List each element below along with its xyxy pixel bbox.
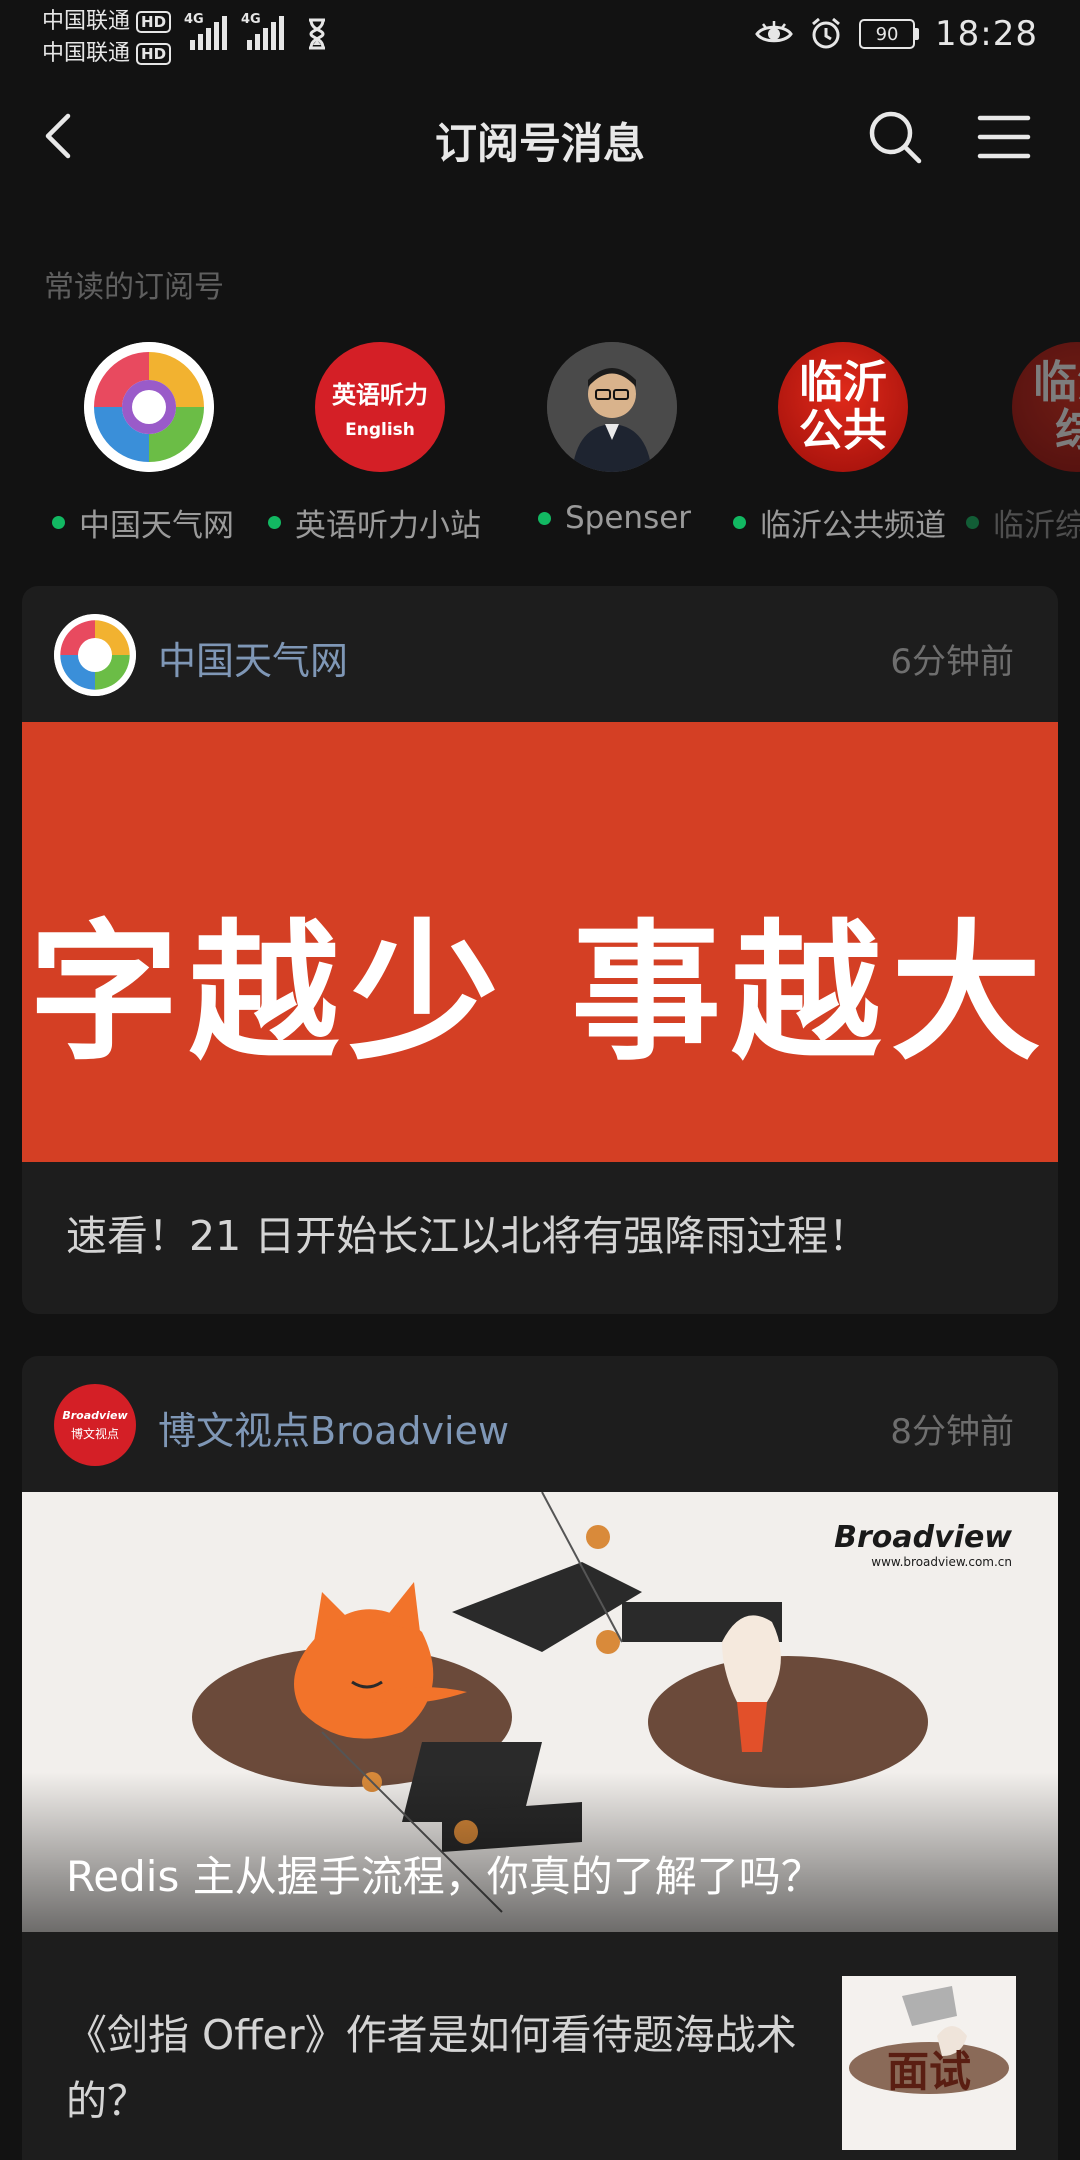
spenser-photo-avatar <box>547 342 677 472</box>
menu-icon[interactable] <box>974 108 1034 166</box>
thumbnail-text: 面试 <box>886 2047 971 2096</box>
card-timestamp: 8分钟前 <box>890 1412 1014 1452</box>
online-dot <box>268 516 281 529</box>
online-dot <box>52 516 65 529</box>
sub-article-row[interactable]: 《剑指 Offer》作者是如何看待题海战术的？ 面试 <box>22 1976 1058 2160</box>
card-header[interactable]: Broadview 博文视点 博文视点Broadview 8分钟前 <box>22 1356 1058 1492</box>
hourglass-icon <box>309 18 325 50</box>
card-account-name[interactable]: 博文视点Broadview <box>158 1400 509 1455</box>
online-dot <box>733 516 746 529</box>
carrier-2-label: 中国联通 <box>42 41 131 66</box>
article-banner-image[interactable]: 字越少 事越大 <box>22 722 1058 1162</box>
broadview-logo-avatar: Broadview 博文视点 <box>54 1384 136 1466</box>
watermark-url: www.broadview.com.cn <box>871 1555 1012 1569</box>
broadview-watermark: Broadview www.broadview.com.cn <box>834 1520 1012 1569</box>
frequent-account-name: 临沂公共频道 <box>760 508 946 544</box>
frequent-account-english[interactable]: 英语听力 English 英语听力小站 <box>268 340 488 550</box>
online-dot <box>966 516 979 529</box>
frequent-account-name: Spenser <box>565 500 692 536</box>
card-header[interactable]: 中国天气网 6分钟前 <box>22 586 1058 722</box>
carrier-1-label: 中国联通 <box>42 9 131 34</box>
hd-badge: HD <box>136 11 172 33</box>
status-bar: 中国联通 HD 中国联通 HD 4G 4G 90 18:28 <box>0 0 1080 72</box>
avatar-text: 综 <box>1055 405 1080 456</box>
online-dot <box>538 511 551 525</box>
avatar-text: 博文视点 <box>70 1426 119 1441</box>
sub-article-title[interactable]: 《剑指 Offer》作者是如何看待题海战术的？ <box>66 2002 826 2134</box>
frequent-account-linyi-general[interactable]: 临沂 综 临沂综 <box>966 340 1080 550</box>
battery-icon: 90 <box>859 19 920 49</box>
card-timestamp: 6分钟前 <box>890 642 1014 682</box>
banner-article-title[interactable]: Redis 主从握手流程，你真的了解了吗？ <box>66 1843 823 1904</box>
avatar-text: English <box>345 419 415 440</box>
title-bar: 订阅号消息 <box>0 80 1080 196</box>
frequent-account-spenser[interactable]: Spenser <box>538 340 758 550</box>
network-type-label: 4G <box>184 12 204 27</box>
english-listening-avatar: 英语听力 English <box>315 342 445 472</box>
status-right-group: 90 18:28 <box>755 14 1038 54</box>
avatar-text: 英语听力 <box>332 380 428 409</box>
network-type-label: 4G <box>241 12 261 27</box>
frequent-account-name: 英语听力小站 <box>295 508 481 544</box>
signal-icon: 4G <box>184 12 227 50</box>
eye-comfort-icon <box>755 21 793 43</box>
banner-headline: 字越少 事越大 <box>28 907 1052 1081</box>
card-account-name[interactable]: 中国天气网 <box>158 630 348 685</box>
feed-card-weather[interactable]: 中国天气网 6分钟前 字越少 事越大 速看！21 日开始长江以北将有强降雨过程！ <box>22 586 1058 1314</box>
signal-icon: 4G <box>241 12 284 50</box>
sub-article-thumbnail[interactable]: 面试 <box>842 1976 1016 2150</box>
article-title[interactable]: 速看！21 日开始长江以北将有强降雨过程！ <box>66 1202 869 1262</box>
frequent-account-name: 中国天气网 <box>79 508 234 544</box>
battery-level: 90 <box>875 23 899 45</box>
avatar-text: Broadview <box>62 1408 128 1422</box>
frequent-account-weather[interactable]: 中国天气网 <box>52 340 272 550</box>
avatar-text: 公共 <box>799 405 887 456</box>
linyi-public-avatar: 临沂 公共 <box>778 342 908 472</box>
alarm-icon <box>812 17 840 49</box>
feed-card-broadview[interactable]: Broadview 博文视点 博文视点Broadview 8分钟前 Broadv… <box>22 1356 1058 2160</box>
weather-logo-avatar <box>54 614 136 696</box>
weather-logo-avatar <box>84 342 214 472</box>
frequent-account-linyi-public[interactable]: 临沂 公共 临沂公共频道 <box>733 340 953 550</box>
frequent-section-label: 常读的订阅号 <box>44 270 224 305</box>
search-icon[interactable] <box>866 108 924 166</box>
linyi-general-avatar: 临沂 综 <box>1012 342 1080 472</box>
article-banner-image[interactable]: Broadview www.broadview.com.cn Redis 主从握… <box>22 1492 1058 1932</box>
avatar-text: 临沂 <box>1033 357 1080 408</box>
signal-indicators: 4G 4G <box>184 12 328 50</box>
frequent-accounts-row[interactable]: 中国天气网 英语听力 English 英语听力小站 Spenser 临沂 公共 <box>0 340 1080 550</box>
avatar-text: 临沂 <box>799 357 887 408</box>
carrier-info: 中国联通 HD 中国联通 HD <box>42 6 172 70</box>
frequent-account-name: 临沂综 <box>993 508 1080 544</box>
hd-badge: HD <box>136 43 172 65</box>
watermark-brand: Broadview <box>834 1520 1012 1555</box>
clock: 18:28 <box>935 14 1038 54</box>
